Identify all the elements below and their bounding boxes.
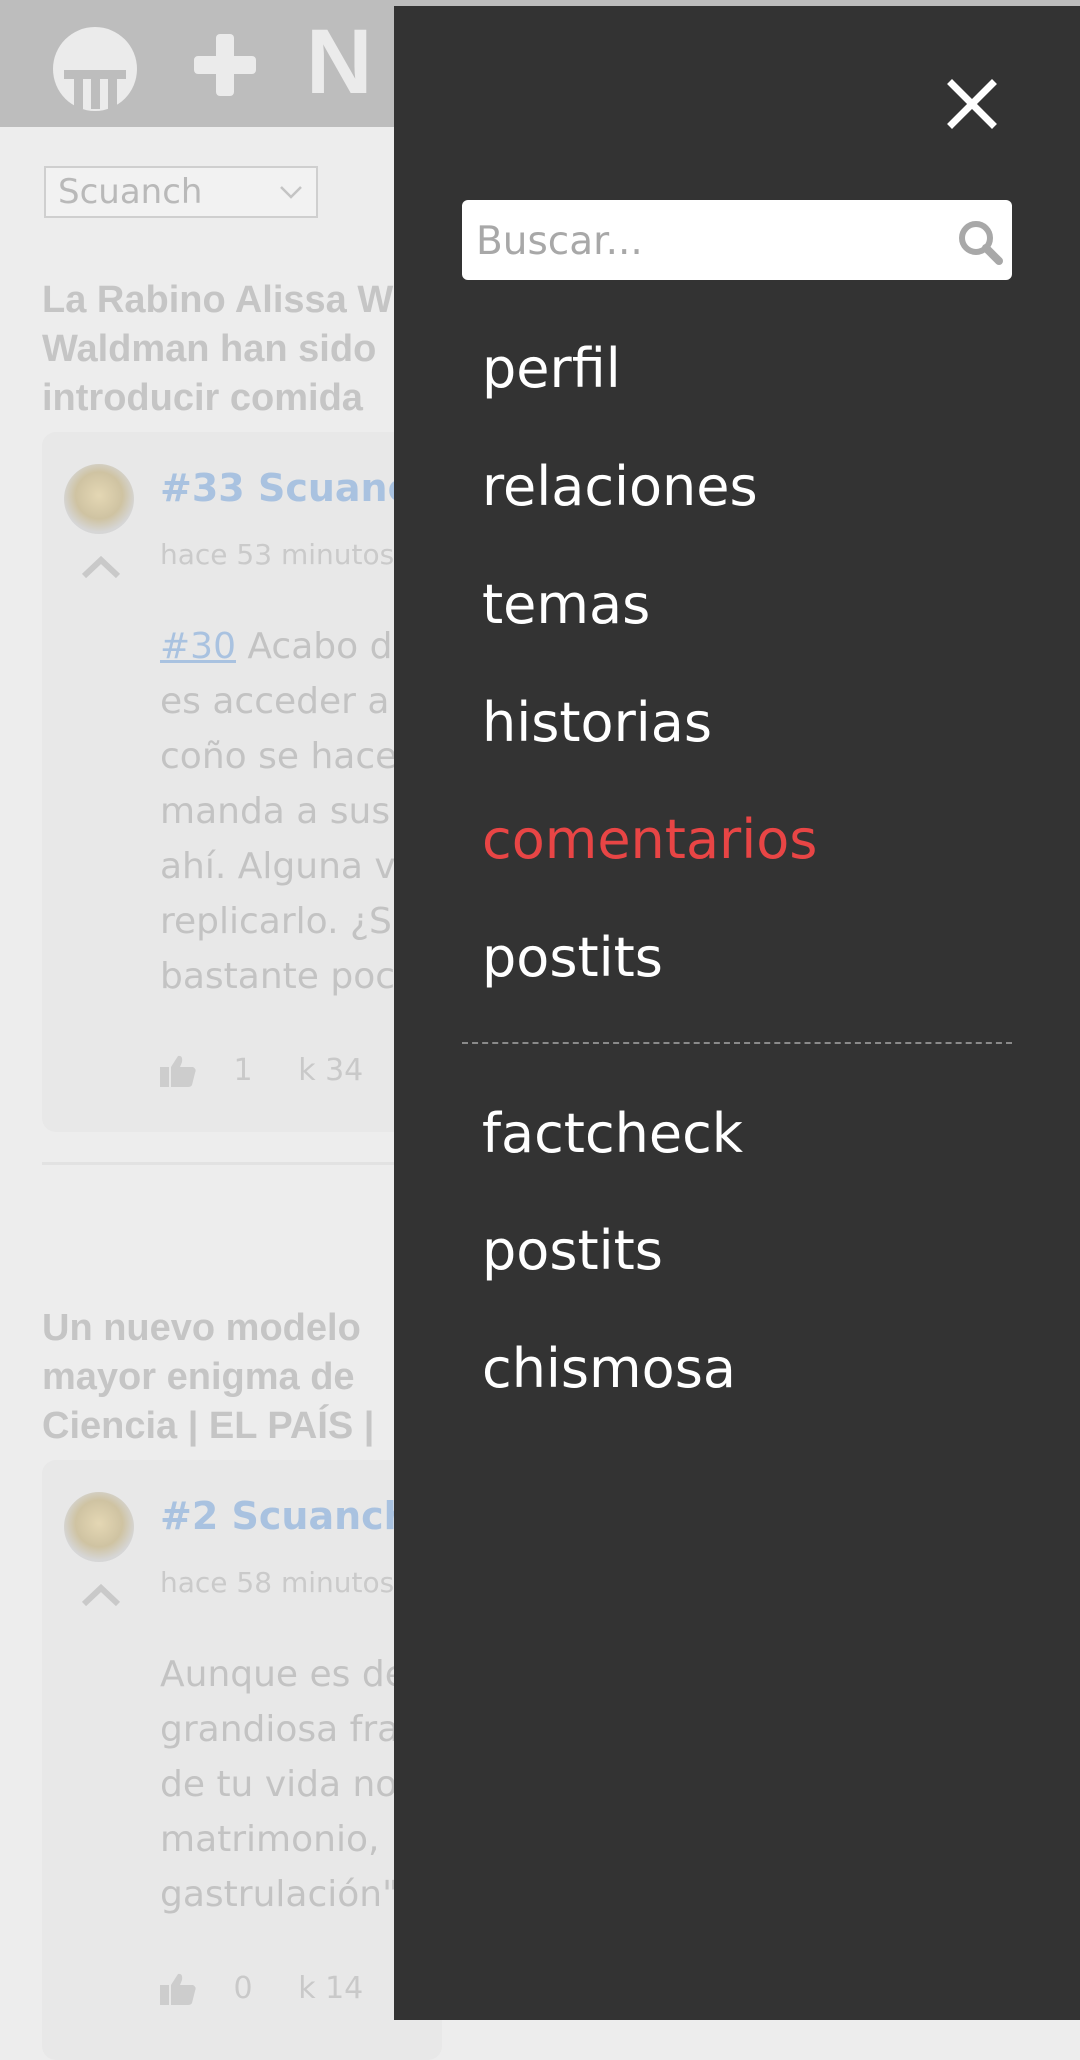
comment-text-line: grandiosa fra — [160, 1709, 400, 1750]
avatar[interactable] — [64, 1492, 134, 1562]
comment-text-line: es acceder a — [160, 681, 390, 722]
story-title-line[interactable]: introducir comida — [42, 374, 363, 423]
comment-reference-link[interactable]: #30 — [160, 626, 236, 667]
menu-item-postits[interactable]: postits — [482, 926, 663, 990]
comment-footer: 0 k 14 — [158, 1970, 363, 2010]
divider — [42, 1162, 402, 1165]
story-title-line[interactable]: La Rabino Alissa W — [42, 276, 393, 325]
thumbs-up-icon[interactable] — [158, 1053, 198, 1089]
comment-text-line: Aunque es de — [160, 1654, 407, 1695]
user-filter-select[interactable]: Scuanch — [44, 166, 318, 218]
navigation-drawer: perfil relaciones temas historias coment… — [394, 6, 1080, 2020]
comment-text-line: de tu vida no — [160, 1764, 398, 1805]
thumbs-up-icon[interactable] — [158, 1971, 198, 2007]
menu-separator — [462, 1042, 1012, 1044]
comment-time: hace 58 minutos — [160, 1566, 395, 1599]
menu-item-temas[interactable]: temas — [482, 573, 650, 637]
comment-text-line: coño se hace — [160, 736, 398, 777]
search-icon[interactable] — [956, 218, 1004, 266]
comment-card: #2 Scuanch hace 58 minutos Aunque es de … — [42, 1460, 442, 2060]
menu-item-factcheck[interactable]: factcheck — [482, 1102, 743, 1166]
chevron-up-icon[interactable] — [80, 554, 122, 580]
search-box — [462, 200, 1012, 282]
story-title-line[interactable]: Waldman han sido — [42, 325, 376, 374]
comment-author[interactable]: #2 Scuanch — [160, 1494, 411, 1538]
chevron-down-icon — [280, 186, 302, 199]
karma: k 34 — [298, 1053, 364, 1088]
search-input[interactable] — [462, 200, 938, 282]
comment-text-line: #30 Acabo de — [160, 626, 415, 667]
vote-count: 1 — [233, 1053, 253, 1088]
menu-item-perfil[interactable]: perfil — [482, 337, 621, 401]
story-title-line[interactable]: Ciencia | EL PAÍS | — [42, 1402, 374, 1451]
comment-text-line: bastante poc — [160, 956, 396, 997]
story-title-line[interactable]: mayor enigma de — [42, 1353, 355, 1402]
menu-item-relaciones[interactable]: relaciones — [482, 455, 758, 519]
chevron-up-icon[interactable] — [80, 1582, 122, 1608]
menu-item-chismosa[interactable]: chismosa — [482, 1337, 736, 1401]
brand-text[interactable]: N — [306, 16, 372, 108]
comment-text-line: ahí. Alguna ve — [160, 846, 418, 887]
comment-author[interactable]: #33 Scuanc — [160, 466, 410, 510]
comment-time: hace 53 minutos — [160, 538, 395, 571]
vote-count: 0 — [233, 1971, 253, 2006]
comment-text-line: matrimonio, — [160, 1819, 380, 1860]
plus-icon[interactable] — [190, 30, 260, 100]
comment-footer: 1 k 34 — [158, 1052, 363, 1092]
menu-item-postits-secondary[interactable]: postits — [482, 1219, 663, 1283]
story-title-line[interactable]: Un nuevo modelo — [42, 1304, 361, 1353]
menu-item-comentarios[interactable]: comentarios — [482, 808, 817, 872]
user-filter-value: Scuanch — [58, 172, 203, 212]
comment-text-line: manda a sus — [160, 791, 391, 832]
menu-item-historias[interactable]: historias — [482, 691, 712, 755]
comment-text-line: gastrulación" — [160, 1874, 399, 1915]
comment-text-line: replicarlo. ¿Sa — [160, 901, 414, 942]
comment-card: #33 Scuanc hace 53 minutos #30 Acabo de … — [42, 432, 442, 1132]
karma: k 14 — [298, 1971, 364, 2006]
close-icon[interactable] — [936, 68, 1008, 140]
meneame-logo-icon[interactable] — [52, 26, 138, 112]
avatar[interactable] — [64, 464, 134, 534]
